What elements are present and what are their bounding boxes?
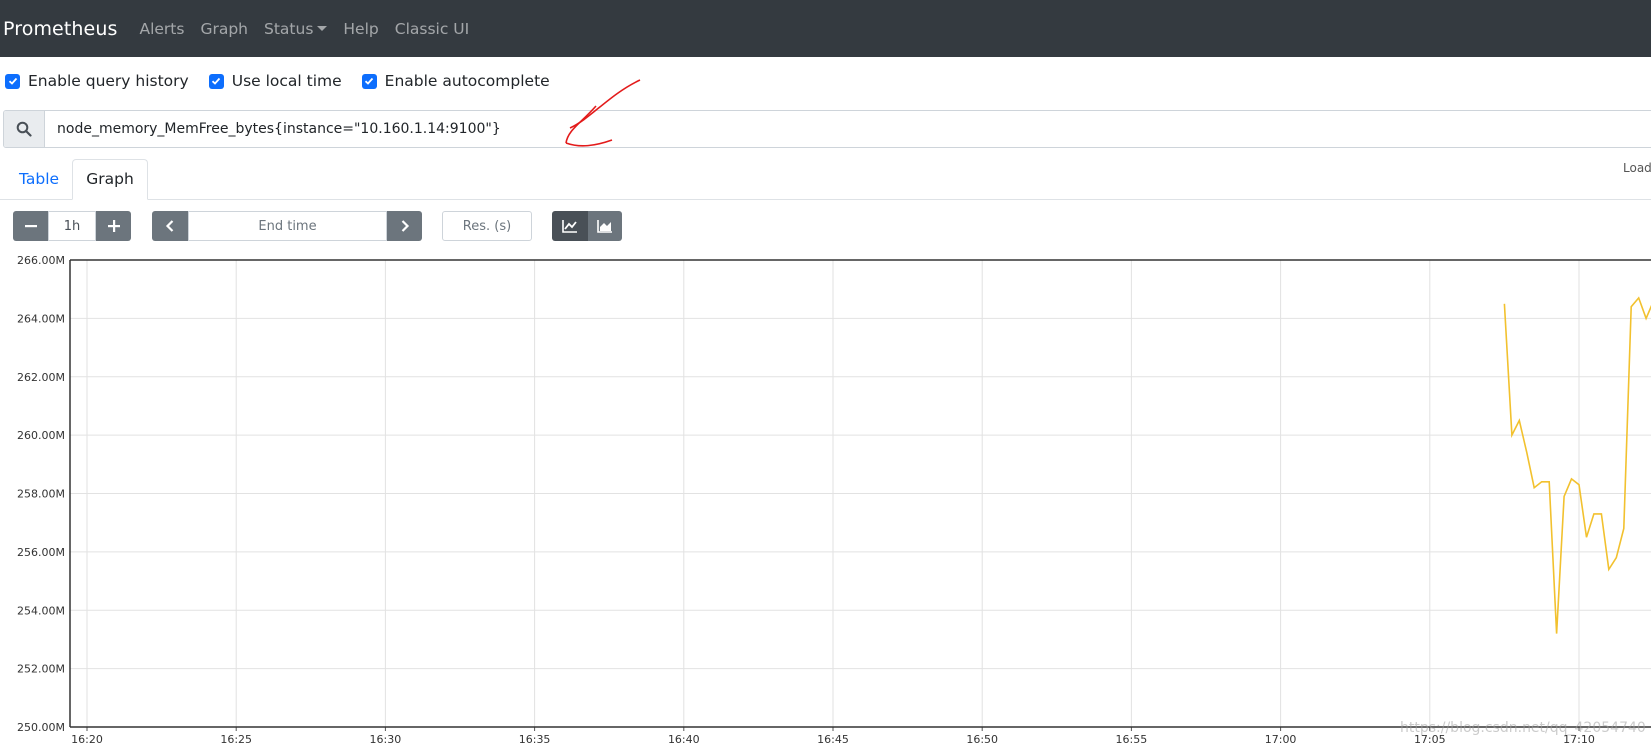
- previous-time-button[interactable]: [152, 211, 188, 241]
- nav-status-label: Status: [264, 19, 314, 38]
- x-tick-label: 16:25: [220, 733, 252, 746]
- load-time-label: Load: [1623, 161, 1651, 175]
- decrease-range-button[interactable]: [13, 211, 48, 241]
- range-input[interactable]: 1h: [48, 211, 96, 241]
- y-tick-label: 266.00M: [17, 254, 65, 267]
- expression-bar: [3, 110, 1651, 148]
- y-tick-label: 252.00M: [17, 663, 65, 676]
- line-chart-toggle[interactable]: [552, 211, 588, 241]
- nav-alerts[interactable]: Alerts: [139, 20, 184, 38]
- nav-graph[interactable]: Graph: [200, 20, 248, 38]
- checkbox-checked-icon[interactable]: [5, 73, 20, 89]
- brand-logo[interactable]: Prometheus: [3, 18, 117, 40]
- x-tick-label: 16:50: [966, 733, 998, 746]
- caret-down-icon: [317, 25, 328, 31]
- y-tick-label: 256.00M: [17, 546, 65, 559]
- x-tick-label: 16:55: [1116, 733, 1148, 746]
- query-options: Enable query history Use local time Enab…: [5, 72, 570, 90]
- end-time-input[interactable]: End time: [188, 211, 387, 241]
- increase-range-button[interactable]: [96, 211, 131, 241]
- y-tick-label: 258.00M: [17, 488, 65, 501]
- x-tick-label: 16:45: [817, 733, 849, 746]
- option-label: Enable query history: [28, 72, 189, 90]
- x-tick-label: 16:40: [668, 733, 700, 746]
- area-chart-icon: [597, 220, 612, 233]
- nav-status-dropdown[interactable]: Status: [264, 19, 328, 38]
- option-local-time[interactable]: Use local time: [208, 72, 342, 90]
- option-autocomplete[interactable]: Enable autocomplete: [361, 72, 550, 90]
- resolution-input[interactable]: Res. (s): [442, 211, 532, 241]
- y-tick-label: 262.00M: [17, 371, 65, 384]
- option-query-history[interactable]: Enable query history: [5, 72, 189, 90]
- minus-icon: [24, 225, 37, 228]
- next-time-button[interactable]: [387, 211, 422, 241]
- y-tick-label: 260.00M: [17, 429, 65, 442]
- chevron-left-icon: [165, 220, 174, 232]
- plus-icon: [107, 220, 120, 232]
- checkbox-checked-icon[interactable]: [208, 73, 224, 89]
- top-navbar: Prometheus Alerts Graph Status Help Clas…: [0, 0, 1651, 57]
- line-chart-icon: [562, 220, 577, 233]
- x-tick-label: 16:35: [519, 733, 551, 746]
- option-label: Use local time: [231, 72, 342, 90]
- annotation-arrow: [565, 79, 641, 147]
- nav-classic-ui[interactable]: Classic UI: [395, 20, 469, 38]
- x-tick-label: 16:30: [370, 733, 402, 746]
- tab-graph[interactable]: Graph: [72, 159, 148, 200]
- expression-input[interactable]: [45, 111, 1651, 147]
- series-line: [1503, 296, 1651, 634]
- chevron-right-icon: [401, 220, 409, 232]
- watermark-text: https://blog.csdn.net/qq_42054740: [1400, 720, 1646, 736]
- y-tick-label: 254.00M: [17, 604, 65, 617]
- tab-table[interactable]: Table: [19, 170, 59, 188]
- tabs-divider: [0, 199, 1651, 200]
- stacked-chart-toggle[interactable]: [588, 211, 622, 241]
- nav-help[interactable]: Help: [343, 20, 378, 38]
- option-label: Enable autocomplete: [384, 72, 550, 90]
- x-tick-label: 17:00: [1265, 733, 1297, 746]
- y-tick-label: 264.00M: [17, 312, 65, 325]
- time-series-chart[interactable]: 266.00M 264.00M 262.00M 260.00M 258.00M 256.0…: [0, 250, 1651, 750]
- graph-panel: 266.00M 264.00M 262.00M 260.00M 258.00M 256.0…: [0, 250, 1651, 750]
- y-tick-label: 250.00M: [17, 721, 65, 734]
- checkbox-checked-icon[interactable]: [361, 73, 377, 89]
- search-icon[interactable]: [4, 111, 45, 147]
- x-tick-label: 16:20: [71, 733, 103, 746]
